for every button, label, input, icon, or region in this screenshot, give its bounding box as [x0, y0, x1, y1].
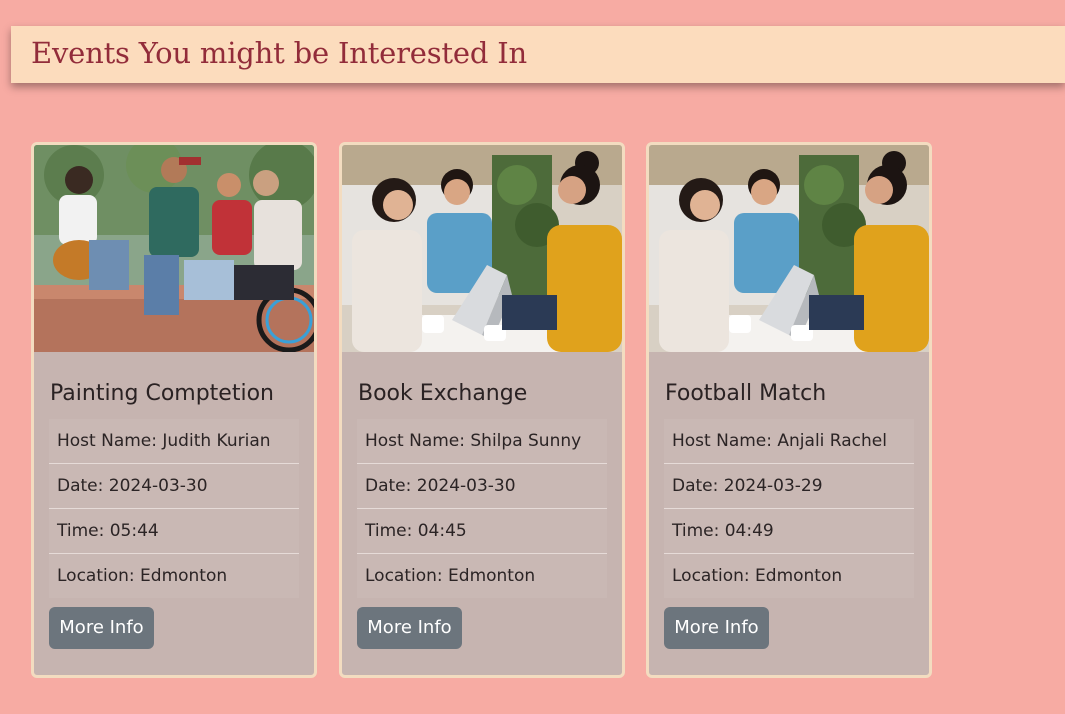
event-time: Time: 04:49 [664, 509, 914, 554]
more-info-button[interactable]: More Info [664, 607, 769, 649]
event-card: Football Match Host Name: Anjali Rachel … [646, 142, 932, 678]
event-title: Book Exchange [358, 381, 528, 406]
event-date: Date: 2024-03-30 [49, 464, 299, 509]
event-title: Football Match [665, 381, 827, 406]
event-title: Painting Comptetion [50, 381, 274, 406]
event-location: Location: Edmonton [357, 554, 607, 598]
host-name: Host Name: Anjali Rachel [664, 419, 914, 464]
host-name: Host Name: Judith Kurian [49, 419, 299, 464]
more-info-button[interactable]: More Info [357, 607, 462, 649]
event-details-list: Host Name: Shilpa Sunny Date: 2024-03-30… [357, 419, 607, 598]
event-image-friends [34, 145, 314, 352]
more-info-button[interactable]: More Info [49, 607, 154, 649]
event-image-cafe [649, 145, 929, 352]
page-header: Events You might be Interested In [11, 26, 1065, 83]
event-location: Location: Edmonton [49, 554, 299, 598]
event-date: Date: 2024-03-29 [664, 464, 914, 509]
event-image-cafe [342, 145, 622, 352]
event-time: Time: 04:45 [357, 509, 607, 554]
event-date: Date: 2024-03-30 [357, 464, 607, 509]
host-name: Host Name: Shilpa Sunny [357, 419, 607, 464]
page-title: Events You might be Interested In [31, 36, 527, 70]
event-time: Time: 05:44 [49, 509, 299, 554]
event-details-list: Host Name: Judith Kurian Date: 2024-03-3… [49, 419, 299, 598]
event-card: Painting Comptetion Host Name: Judith Ku… [31, 142, 317, 678]
event-location: Location: Edmonton [664, 554, 914, 598]
event-details-list: Host Name: Anjali Rachel Date: 2024-03-2… [664, 419, 914, 598]
event-card: Book Exchange Host Name: Shilpa Sunny Da… [339, 142, 625, 678]
